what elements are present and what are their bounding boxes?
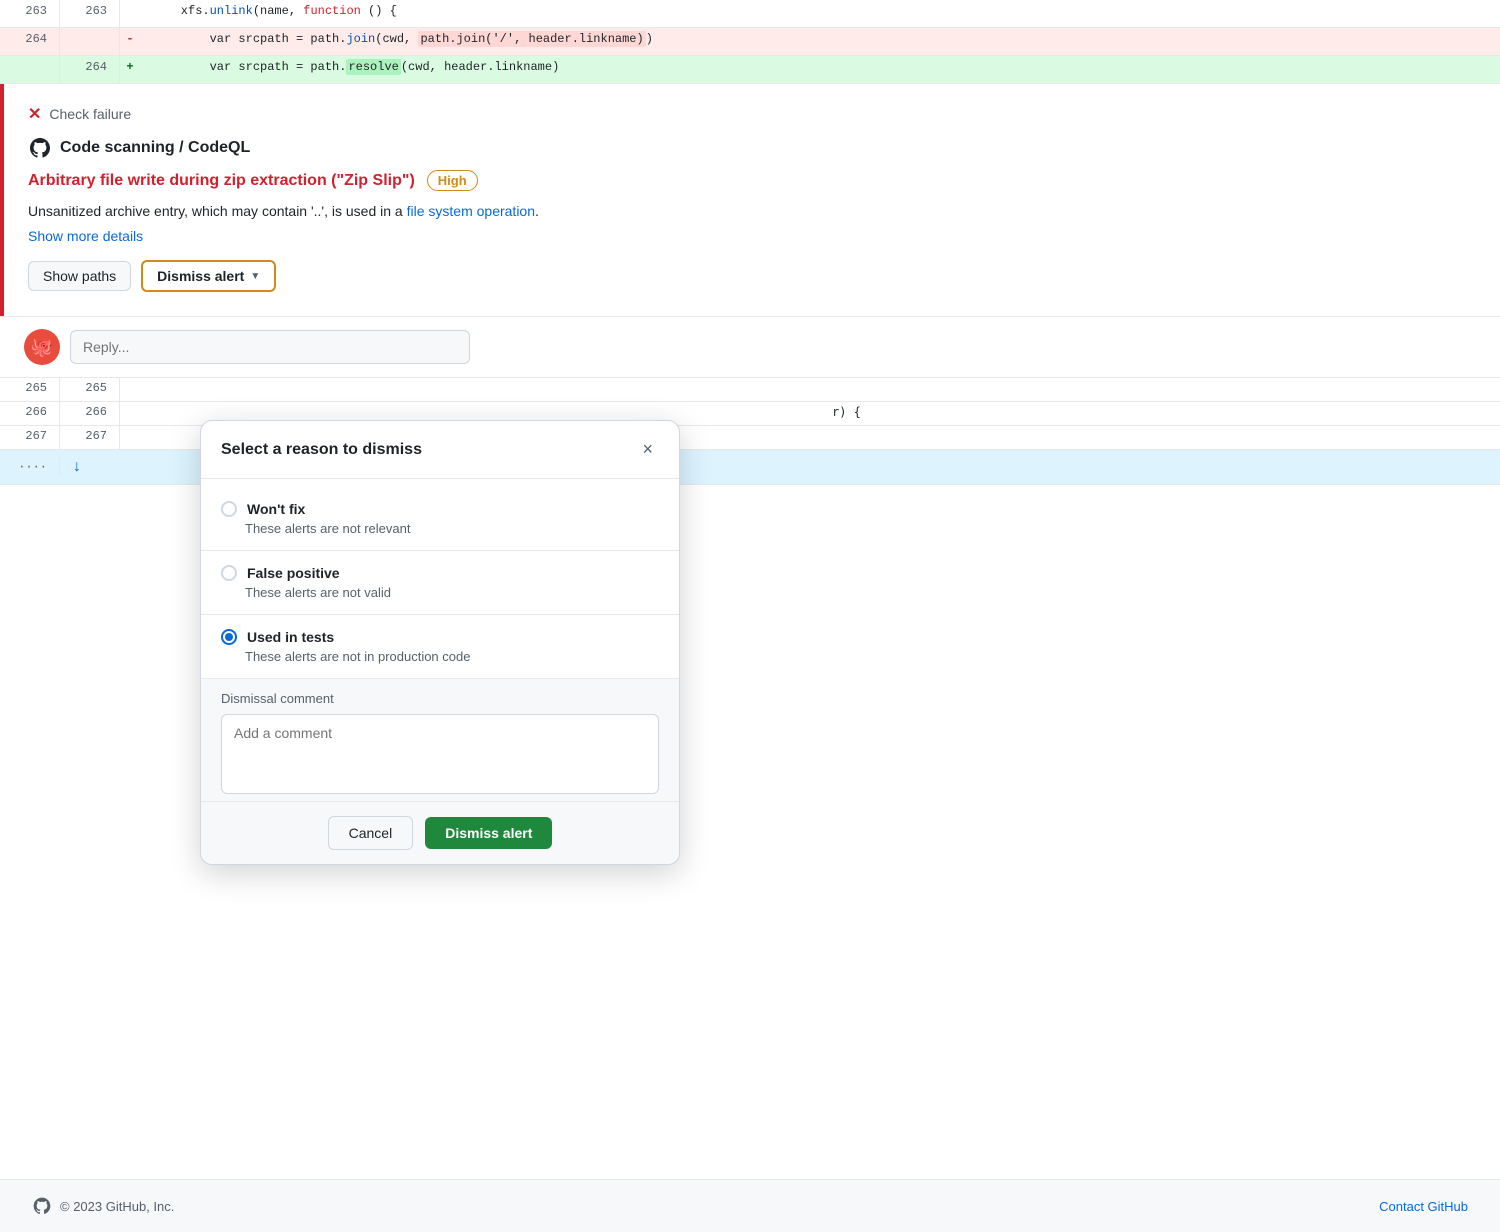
code-right-content: r) { — [820, 402, 1500, 425]
footer-github-icon — [32, 1196, 52, 1216]
diff-row-added: 264 + var srcpath = path.resolve(cwd, he… — [0, 56, 1500, 84]
radio-inner — [225, 633, 233, 641]
show-more-details-link[interactable]: Show more details — [28, 228, 143, 244]
alert-description-text: Unsanitized archive entry, which may con… — [28, 203, 407, 219]
code-num-right: 267 — [60, 426, 120, 449]
diff-container: 263 263 xfs.unlink(name, function () { 2… — [0, 0, 1500, 84]
diff-sign — [120, 0, 140, 27]
footer-copyright: © 2023 GitHub, Inc. — [60, 1199, 174, 1214]
code-num-left: 265 — [0, 378, 60, 401]
dismissal-comment-section: Dismissal comment — [201, 678, 679, 801]
avatar: 🐙 — [24, 329, 60, 365]
alert-title-row: Arbitrary file write during zip extracti… — [28, 170, 1476, 191]
dismiss-alert-button[interactable]: Dismiss alert ▼ — [141, 260, 276, 292]
reason-option-false-positive[interactable]: False positive These alerts are not vali… — [201, 551, 679, 615]
radio-used-in-tests[interactable] — [221, 629, 237, 645]
cancel-button[interactable]: Cancel — [328, 816, 414, 850]
reason-option-used-in-tests[interactable]: Used in tests These alerts are not in pr… — [201, 615, 679, 678]
modal-header: Select a reason to dismiss × — [201, 421, 679, 479]
contact-github-link[interactable]: Contact GitHub — [1379, 1199, 1468, 1214]
alert-description: Unsanitized archive entry, which may con… — [28, 201, 1476, 222]
footer-logo: © 2023 GitHub, Inc. — [32, 1196, 174, 1216]
line-num-right-added: 264 — [60, 56, 120, 83]
dropdown-arrow-icon: ▼ — [250, 271, 260, 282]
scanning-label: Code scanning / CodeQL — [60, 139, 250, 157]
diff-code: xfs.unlink(name, function () { — [140, 0, 1500, 27]
dismissal-comment-label: Dismissal comment — [221, 691, 659, 706]
modal-footer: Cancel Dismiss alert — [201, 801, 679, 864]
github-logo-icon — [28, 136, 52, 160]
comment-textarea[interactable] — [221, 714, 659, 794]
radio-wont-fix[interactable] — [221, 501, 237, 517]
reply-input[interactable] — [70, 330, 470, 364]
reason-desc-false-positive: These alerts are not valid — [245, 585, 659, 600]
diff-sign-deleted: - — [120, 28, 140, 55]
code-content — [140, 378, 1500, 401]
severity-badge: High — [427, 170, 478, 191]
reason-label-row-wont-fix: Won't fix — [221, 501, 659, 517]
x-icon: ✕ — [28, 104, 41, 124]
diff-row-deleted: 264 - var srcpath = path.join(cwd, path.… — [0, 28, 1500, 56]
line-num-left: 264 — [0, 28, 60, 55]
code-sign-col — [120, 402, 140, 425]
reason-desc-wont-fix: These alerts are not relevant — [245, 521, 659, 536]
reply-area: 🐙 — [0, 316, 1500, 378]
alert-description-end: . — [535, 203, 539, 219]
dismiss-alert-final-button[interactable]: Dismiss alert — [425, 817, 552, 849]
code-sign-col — [120, 378, 140, 401]
page-footer: © 2023 GitHub, Inc. Contact GitHub — [0, 1179, 1500, 1232]
code-num-right: 265 — [60, 378, 120, 401]
file-system-link[interactable]: file system operation — [407, 203, 535, 219]
expand-icon: ↓ — [60, 454, 94, 480]
check-panel: ✕ Check failure Code scanning / CodeQL A… — [0, 84, 1500, 316]
reason-label-wont-fix: Won't fix — [247, 501, 305, 517]
dismiss-alert-label: Dismiss alert — [157, 268, 244, 284]
reason-desc-used-in-tests: These alerts are not in production code — [245, 649, 659, 664]
check-scanning-title: Code scanning / CodeQL — [28, 136, 1476, 160]
code-row-265: 265 265 — [0, 378, 1500, 402]
reason-label-row-false-positive: False positive — [221, 565, 659, 581]
action-buttons: Show paths Dismiss alert ▼ — [28, 260, 1476, 292]
diff-row: 263 263 xfs.unlink(name, function () { — [0, 0, 1500, 28]
show-paths-button[interactable]: Show paths — [28, 261, 131, 291]
code-num-left: 267 — [0, 426, 60, 449]
code-sign-col — [120, 426, 140, 449]
reason-label-row-used-in-tests: Used in tests — [221, 629, 659, 645]
modal-close-button[interactable]: × — [636, 437, 659, 462]
diff-sign-added: + — [120, 56, 140, 83]
code-num-left: 266 — [0, 402, 60, 425]
reason-label-false-positive: False positive — [247, 565, 340, 581]
line-num-right: 263 — [60, 0, 120, 27]
line-num-left-added — [0, 56, 60, 83]
line-num-right — [60, 28, 120, 55]
dismiss-modal: Select a reason to dismiss × Won't fix T… — [200, 420, 680, 865]
alert-title: Arbitrary file write during zip extracti… — [28, 172, 415, 190]
check-failure-title: Check failure — [49, 106, 131, 122]
modal-body: Won't fix These alerts are not relevant … — [201, 479, 679, 678]
diff-code-added: var srcpath = path.resolve(cwd, header.l… — [140, 56, 1500, 83]
expand-num: ···· — [0, 457, 60, 477]
modal-title: Select a reason to dismiss — [221, 441, 422, 459]
reason-option-wont-fix[interactable]: Won't fix These alerts are not relevant — [201, 487, 679, 551]
line-num-left: 263 — [0, 0, 60, 27]
diff-code-deleted: var srcpath = path.join(cwd, path.join('… — [140, 28, 1500, 55]
code-num-right: 266 — [60, 402, 120, 425]
check-failure-header: ✕ Check failure — [28, 104, 1476, 124]
radio-false-positive[interactable] — [221, 565, 237, 581]
reason-label-used-in-tests: Used in tests — [247, 629, 334, 645]
